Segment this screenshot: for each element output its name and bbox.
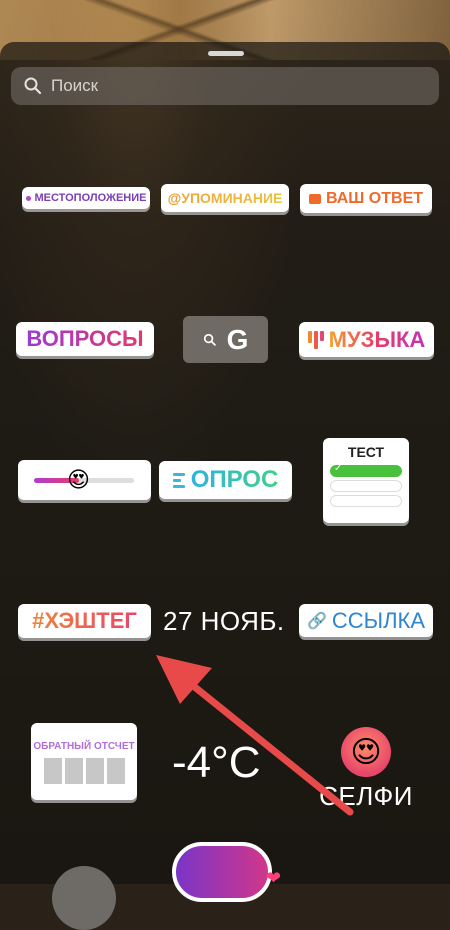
partial-sticker-circle[interactable] [52,866,116,930]
search-icon [24,77,42,95]
gif-label: G [226,323,249,355]
heart-eyes-emoji-icon: 😍 [67,467,90,492]
location-label: МЕСТОПОЛОЖЕНИЕ [34,192,147,204]
your-answer-label: ВАШ ОТВЕТ [325,189,424,207]
link-label: ССЫЛКА [331,607,426,633]
camera-icon [308,193,321,204]
music-label: МУЗЫКА [328,326,426,352]
quiz-sticker[interactable]: ТЕСТ [323,438,409,523]
quiz-option [330,495,402,507]
mention-sticker[interactable]: @ УПОМИНАНИЕ [161,184,289,212]
gif-sticker[interactable]: G [183,316,268,363]
countdown-sticker[interactable]: ОБРАТНЫЙ ОТСЧЕТ [31,723,137,800]
search-placeholder: Поиск [51,76,99,95]
poll-lines-icon [172,472,185,488]
temperature-label: -4°C [172,738,261,787]
hashtag-label: #ХЭШТЕГ [32,608,137,633]
heart-eyes-emoji-icon: 😍 [341,727,391,777]
poll-sticker[interactable]: ОПРОС [159,461,292,499]
music-bars-icon [307,330,324,349]
mention-label: УПОМИНАНИЕ [181,190,283,206]
hashtag-sticker[interactable]: #ХЭШТЕГ [18,604,151,638]
search-icon [203,333,216,346]
search-bar[interactable]: Поиск [11,67,439,105]
partial-sticker-gradient[interactable] [172,842,272,902]
your-answer-sticker[interactable]: ВАШ ОТВЕТ [300,184,432,213]
quiz-option-correct [330,463,402,477]
emoji-slider-sticker[interactable]: 😍 [18,460,151,500]
location-pin-icon [25,195,31,201]
music-sticker[interactable]: МУЗЫКА [299,322,434,357]
selfie-label: СЕЛФИ [319,781,413,811]
questions-sticker[interactable]: ВОПРОСЫ [16,322,154,356]
date-sticker[interactable]: 27 НОЯБ. [163,604,291,638]
poll-label: ОПРОС [190,466,279,493]
countdown-cells [43,758,125,784]
heart-icon: ❤ [266,868,282,888]
date-label: 27 НОЯБ. [163,605,285,636]
questions-label: ВОПРОСЫ [26,326,144,351]
selfie-sticker[interactable]: 😍 СЕЛФИ [318,727,414,813]
countdown-label: ОБРАТНЫЙ ОТСЧЕТ [33,741,135,752]
quiz-title: ТЕСТ [347,444,385,460]
link-sticker[interactable]: 🔗 ССЫЛКА [299,604,433,637]
location-sticker[interactable]: МЕСТОПОЛОЖЕНИЕ [22,187,150,209]
chain-icon: 🔗 [306,612,327,630]
drag-handle[interactable] [208,51,244,56]
quiz-option [330,480,402,492]
temperature-sticker[interactable]: -4°C [172,738,282,788]
at-icon: @ [167,190,182,206]
